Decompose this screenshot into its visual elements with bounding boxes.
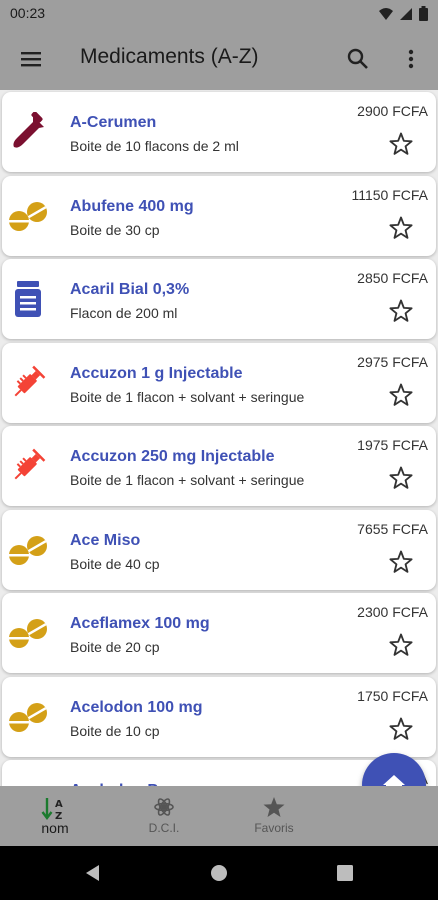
- star-outline-icon: [389, 132, 413, 155]
- item-name: A-Cerumen: [70, 114, 157, 131]
- search-button[interactable]: [345, 46, 371, 72]
- list-item[interactable]: Accuzon 1 g Injectable Boite de 1 flacon…: [2, 342, 436, 423]
- star-outline-icon: [389, 633, 413, 656]
- star-outline-icon: [389, 216, 413, 239]
- favorite-toggle[interactable]: [388, 465, 414, 491]
- item-name: Accuzon 250 mg Injectable: [70, 448, 275, 465]
- item-price: 2300 FCFA: [357, 604, 428, 620]
- search-icon: [347, 48, 368, 69]
- favorite-toggle[interactable]: [388, 716, 414, 742]
- item-price: 11150 FCFA: [351, 186, 428, 203]
- status-icons: [379, 6, 428, 21]
- list-item[interactable]: A-Cerumen Boite de 10 flacons de 2 ml 29…: [2, 92, 436, 172]
- favorite-toggle[interactable]: [388, 549, 414, 575]
- nav-dci-label: D.C.I.: [148, 821, 180, 835]
- star-outline-icon: [389, 717, 413, 740]
- item-description: Boite de 20 cp: [70, 639, 160, 655]
- bottom-navigation: A Z nom D.C.I. Favoris: [0, 786, 438, 846]
- pills-icon: [8, 530, 48, 570]
- star-outline-icon: [389, 383, 413, 406]
- nav-sort-name[interactable]: A Z nom: [0, 786, 110, 846]
- signal-icon: [400, 7, 412, 20]
- item-name: Acelodon 100 mg: [70, 698, 203, 716]
- star-outline-icon: [389, 299, 413, 322]
- hamburger-icon: [21, 52, 41, 67]
- recents-icon[interactable]: [337, 865, 353, 881]
- item-name: Ace Miso: [70, 531, 141, 549]
- app-bar: Medicaments (A-Z): [0, 28, 438, 90]
- system-nav-bar: [0, 846, 438, 900]
- list-item[interactable]: Accuzon 250 mg Injectable Boite de 1 fla…: [2, 426, 436, 506]
- item-price: 7655 FCFA: [357, 520, 428, 537]
- nav-favoris-label: Favoris: [254, 821, 294, 835]
- pills-icon: [8, 697, 48, 737]
- status-bar: 00:23: [0, 0, 438, 28]
- favorite-toggle[interactable]: [388, 298, 414, 324]
- home-nav-icon[interactable]: [210, 864, 228, 882]
- sort-alpha-icon: A Z: [41, 798, 63, 822]
- list-item[interactable]: Acaril Bial 0,3% Flacon de 200 ml 2850 F…: [2, 259, 436, 339]
- nav-sort-label: nom: [41, 820, 69, 836]
- syringe-icon: [8, 446, 48, 486]
- list-item[interactable]: Ace Miso Boite de 40 cp 7655 FCFA: [2, 509, 436, 590]
- star-outline-icon: [389, 466, 413, 489]
- item-description: Boite de 40 cp: [70, 555, 160, 572]
- item-description: Boite de 1 flacon + solvant + seringue: [70, 388, 305, 405]
- more-vert-icon: [408, 49, 414, 69]
- favorite-toggle[interactable]: [388, 632, 414, 658]
- item-name: Abufene 400 mg: [70, 197, 194, 215]
- list-item[interactable]: Aceflamex 100 mg Boite de 20 cp 2300 FCF…: [2, 593, 436, 673]
- item-price: 1975 FCFA: [357, 437, 428, 453]
- item-price: 2850 FCFA: [357, 270, 428, 286]
- item-description: Boite de 10 flacons de 2 ml: [70, 138, 239, 154]
- star-outline-icon: [389, 550, 413, 573]
- pills-icon: [8, 196, 48, 236]
- dropper-icon: [8, 111, 48, 152]
- svg-text:A: A: [55, 799, 63, 810]
- menu-button[interactable]: [18, 46, 46, 72]
- item-price: 2900 FCFA: [357, 103, 428, 119]
- item-price: 2975 FCFA: [357, 353, 428, 370]
- nav-dci[interactable]: D.C.I.: [109, 786, 219, 846]
- bottle-icon: [8, 279, 48, 319]
- syringe-icon: [8, 363, 48, 403]
- list-item[interactable]: Abufene 400 mg Boite de 30 cp 11150 FCFA: [2, 175, 436, 256]
- favorite-toggle[interactable]: [388, 215, 414, 241]
- item-name: Aceflamex 100 mg: [70, 615, 210, 632]
- list-item[interactable]: Acelodon 100 mg Boite de 10 cp 1750 FCFA: [2, 676, 436, 757]
- page-title: Medicaments (A-Z): [80, 45, 259, 68]
- molecule-icon: [154, 798, 174, 816]
- back-icon[interactable]: [84, 864, 102, 882]
- pills-icon: [8, 613, 48, 653]
- battery-icon: [419, 6, 428, 21]
- status-time: 00:23: [10, 5, 46, 21]
- item-description: Boite de 30 cp: [70, 221, 160, 238]
- nav-favoris[interactable]: Favoris: [219, 786, 329, 846]
- more-options-button[interactable]: [398, 46, 424, 72]
- item-name: Accuzon 1 g Injectable: [70, 364, 243, 382]
- item-description: Boite de 10 cp: [70, 722, 160, 739]
- favorite-toggle[interactable]: [388, 131, 414, 157]
- star-icon: [263, 797, 285, 817]
- medicament-list[interactable]: A-Cerumen Boite de 10 flacons de 2 ml 29…: [0, 90, 438, 786]
- item-name: Acaril Bial 0,3%: [70, 281, 190, 298]
- item-description: Boite de 1 flacon + solvant + seringue: [70, 472, 305, 488]
- item-price: 1750 FCFA: [357, 687, 428, 704]
- wifi-icon: [379, 7, 393, 20]
- favorite-toggle[interactable]: [388, 382, 414, 408]
- item-description: Flacon de 200 ml: [70, 305, 178, 321]
